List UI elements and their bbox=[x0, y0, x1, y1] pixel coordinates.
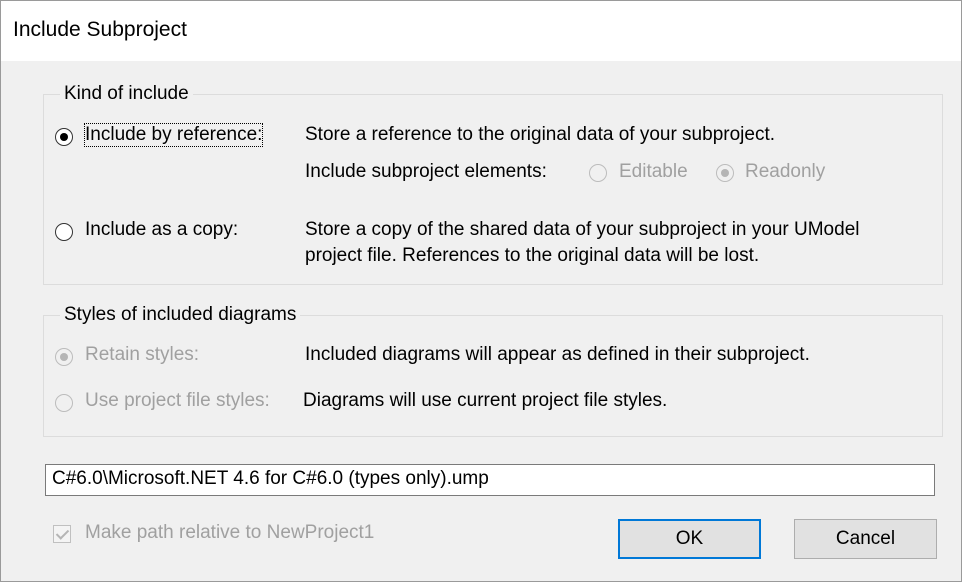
include-elements-label: Include subproject elements: bbox=[305, 161, 547, 182]
use-project-styles-label[interactable]: Use project file styles: bbox=[85, 390, 270, 412]
make-path-relative-label[interactable]: Make path relative to NewProject1 bbox=[85, 522, 374, 544]
include-by-reference-description: Store a reference to the original data o… bbox=[305, 124, 775, 145]
kind-of-include-legend: Kind of include bbox=[64, 83, 189, 104]
title-bar[interactable]: Include Subproject bbox=[1, 1, 961, 61]
ok-button[interactable]: OK bbox=[618, 519, 761, 559]
retain-styles-radio[interactable] bbox=[55, 348, 73, 366]
include-by-reference-label[interactable]: Include by reference: bbox=[83, 123, 264, 147]
subproject-path-input[interactable]: C#6.0\Microsoft.NET 4.6 for C#6.0 (types… bbox=[45, 464, 935, 496]
include-as-copy-description-line1: Store a copy of the shared data of your … bbox=[305, 219, 860, 240]
readonly-radio[interactable] bbox=[716, 164, 734, 182]
dialog-title: Include Subproject bbox=[13, 18, 187, 41]
use-project-styles-description: Diagrams will use current project file s… bbox=[303, 390, 668, 411]
include-as-copy-radio[interactable] bbox=[55, 223, 73, 241]
editable-label[interactable]: Editable bbox=[619, 161, 688, 183]
retain-styles-description: Included diagrams will appear as defined… bbox=[305, 344, 810, 365]
readonly-label[interactable]: Readonly bbox=[745, 161, 825, 183]
include-subproject-dialog: Include Subproject Kind of include Inclu… bbox=[0, 0, 962, 582]
editable-radio[interactable] bbox=[589, 164, 607, 182]
include-as-copy-label[interactable]: Include as a copy: bbox=[85, 219, 238, 241]
include-as-copy-description-line2: project file. References to the original… bbox=[305, 245, 760, 266]
styles-legend: Styles of included diagrams bbox=[64, 304, 297, 325]
include-by-reference-radio[interactable] bbox=[55, 128, 73, 146]
use-project-styles-radio[interactable] bbox=[55, 394, 73, 412]
make-path-relative-checkbox[interactable] bbox=[53, 525, 71, 543]
cancel-button[interactable]: Cancel bbox=[794, 519, 937, 559]
retain-styles-label[interactable]: Retain styles: bbox=[85, 344, 199, 366]
styles-group: Styles of included diagrams bbox=[43, 304, 943, 437]
